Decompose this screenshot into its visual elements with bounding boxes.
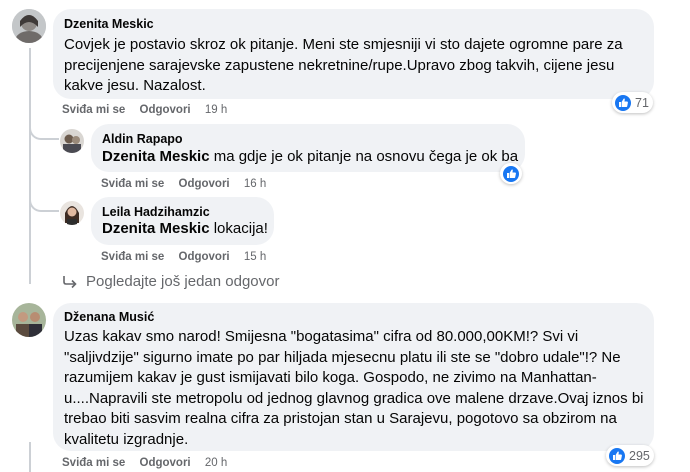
reaction-count-value: 295: [629, 448, 650, 463]
reply-text: Dzenita Meskic ma gdje je ok pitanje na …: [102, 147, 518, 168]
comment-actions: Sviđa mi se Odgovori 20 h: [62, 457, 227, 469]
comment-text: Uzas kakav smo narod! Smijesna "bogatasi…: [64, 328, 644, 448]
reply-button[interactable]: Odgovori: [140, 104, 191, 116]
mention-link[interactable]: Dzenita Meskic: [102, 148, 210, 165]
like-button[interactable]: Sviđa mi se: [62, 104, 125, 116]
reply-time[interactable]: 15 h: [244, 251, 266, 263]
avatar[interactable]: [60, 201, 84, 225]
thread-branch: [29, 192, 59, 212]
reaction-count-value: 71: [635, 95, 649, 110]
thread-branch: [29, 120, 59, 140]
avatar[interactable]: [12, 9, 46, 43]
comment-author[interactable]: Dženana Musić: [64, 310, 154, 324]
reply-text: Dzenita Meskic lokacija!: [102, 219, 268, 240]
reply-text-body: ma gdje je ok pitanje na osnovu čega je …: [209, 148, 519, 165]
reply-actions: Sviđa mi se Odgovori 16 h: [101, 178, 266, 190]
like-icon: [609, 447, 625, 464]
like-icon: [615, 94, 631, 111]
like-button[interactable]: Sviđa mi se: [62, 457, 125, 469]
like-button[interactable]: Sviđa mi se: [101, 178, 164, 190]
reply-text-body: lokacija!: [209, 220, 268, 237]
comment-text: Covjek je postavio skroz ok pitanje. Men…: [64, 36, 623, 94]
comment-actions: Sviđa mi se Odgovori 19 h: [62, 104, 227, 116]
reply-time[interactable]: 16 h: [244, 178, 266, 190]
mention-link[interactable]: Dzenita Meskic: [102, 220, 210, 237]
thread-line: [29, 48, 31, 284]
comment-author[interactable]: Dzenita Meskic: [64, 17, 154, 31]
reaction-count[interactable]: [500, 163, 522, 184]
like-button[interactable]: Sviđa mi se: [101, 251, 164, 263]
view-more-replies[interactable]: Pogledajte još jedan odgovor: [62, 273, 279, 290]
reaction-count[interactable]: 295: [606, 445, 654, 466]
reaction-count[interactable]: 71: [612, 92, 653, 113]
reply-button[interactable]: Odgovori: [179, 251, 230, 263]
reply-actions: Sviđa mi se Odgovori 15 h: [101, 251, 266, 263]
reply-button[interactable]: Odgovori: [140, 457, 191, 469]
reply-button[interactable]: Odgovori: [179, 178, 230, 190]
reply-arrow-icon: [63, 275, 77, 288]
reply-author[interactable]: Leila Hadzihamzic: [102, 205, 210, 219]
comment-time[interactable]: 20 h: [205, 457, 227, 469]
thread-line-bottom: [29, 442, 31, 472]
view-more-replies-label: Pogledajte još jedan odgovor: [86, 273, 280, 290]
avatar[interactable]: [60, 129, 84, 153]
comment-time[interactable]: 19 h: [205, 104, 227, 116]
avatar[interactable]: [12, 303, 46, 337]
reply-author[interactable]: Aldin Rapapo: [102, 132, 183, 146]
like-icon: [503, 165, 519, 182]
